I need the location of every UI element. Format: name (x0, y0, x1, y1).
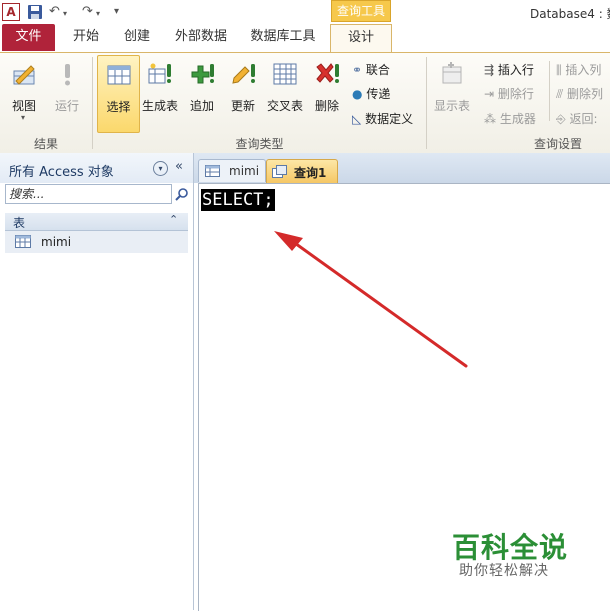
delete-rows-button[interactable]: ⇥ 删除行 (484, 85, 534, 102)
union-button[interactable]: ⚭ 联合 (352, 61, 390, 78)
redo-dropdown-icon[interactable]: ▾ (96, 9, 100, 18)
title-bar: A ↶ ▾ ↷ ▾ ▾ 查询工具 Database4 : 数 (0, 0, 610, 24)
sql-editor[interactable]: SELECT; 百科全说 助你轻松解决 (198, 183, 610, 611)
doc-tab-query1[interactable]: 查询1 (266, 159, 338, 183)
document-tabs: mimi 查询1 (194, 153, 610, 183)
make-table-button[interactable]: 生成表 (139, 55, 181, 129)
doc-tab-mimi[interactable]: mimi (198, 159, 266, 182)
run-exclamation-icon (65, 64, 70, 86)
insert-columns-button[interactable]: ⫼ 插入列 (556, 61, 601, 78)
doc-tab-query1-label: 查询1 (294, 166, 327, 180)
collapse-pane-icon[interactable]: « (175, 159, 183, 174)
return-icon: ⎆ (556, 112, 566, 126)
view-design-icon (13, 65, 35, 85)
show-table-button[interactable]: 显示表 (429, 55, 475, 129)
chevron-up-icon[interactable]: ⌃ (169, 213, 178, 226)
run-button[interactable]: 运行 (47, 55, 87, 129)
tables-group-label: 表 (13, 216, 26, 230)
delete-columns-button[interactable]: ⫻ 删除列 (556, 85, 603, 102)
delete-x-icon (316, 63, 339, 83)
delete-columns-icon: ⫻ (556, 87, 564, 101)
results-group-label: 结果 (33, 137, 58, 151)
tab-database-tools[interactable]: 数据库工具 (244, 24, 322, 51)
ribbon-tabs: 文件 开始 创建 外部数据 数据库工具 设计 (0, 24, 610, 53)
crosstab-grid-icon (273, 63, 297, 85)
nav-item-mimi[interactable]: mimi (5, 231, 188, 253)
update-pencil-icon (232, 64, 255, 84)
crosstab-button[interactable]: 交叉表 (264, 55, 306, 129)
tables-group-header[interactable]: 表 ⌃ (5, 213, 188, 231)
query-icon (272, 165, 287, 178)
union-rings-icon: ⚭ (352, 63, 363, 77)
access-app-icon[interactable]: A (2, 3, 20, 21)
append-plus-icon (191, 64, 214, 84)
append-button[interactable]: 追加 (183, 55, 221, 129)
return-button[interactable]: ⎆ 返回: (556, 110, 597, 127)
make-table-icon (148, 63, 171, 84)
search-icon[interactable] (174, 187, 189, 202)
tab-external-data[interactable]: 外部数据 (168, 24, 234, 51)
globe-icon: ● (352, 87, 363, 101)
show-table-icon (442, 62, 462, 84)
undo-icon[interactable]: ↶ (49, 4, 60, 19)
view-dropdown-icon: ▾ (21, 113, 26, 122)
nav-pane-header[interactable]: 所有 Access 对象 ▾ « (0, 153, 193, 183)
nav-pane-title: 所有 Access 对象 (9, 165, 114, 180)
customize-qat-icon[interactable]: ▾ (114, 6, 119, 17)
query-setup-group-label: 查询设置 (533, 137, 582, 151)
update-button[interactable]: 更新 (224, 55, 262, 129)
query-tools-context-label: 查询工具 (331, 0, 391, 22)
table-icon (205, 165, 220, 177)
save-icon[interactable] (27, 4, 43, 20)
tab-create[interactable]: 创建 (115, 24, 159, 51)
builder-wand-icon: ⁂ (484, 112, 496, 126)
window-title: Database4 : 数 (530, 7, 610, 21)
subgroup-separator (549, 61, 550, 121)
query-type-group-label: 查询类型 (235, 137, 284, 151)
sql-text[interactable]: SELECT; (201, 189, 275, 211)
doc-tab-mimi-label: mimi (229, 164, 260, 178)
watermark-subtitle: 助你轻松解决 (459, 563, 549, 579)
triangle-ruler-icon: ◺ (352, 112, 362, 126)
pass-through-button[interactable]: ● 传递 (352, 85, 390, 102)
chevron-down-circle-icon[interactable]: ▾ (153, 161, 168, 176)
tab-home[interactable]: 开始 (64, 24, 108, 51)
tab-design[interactable]: 设计 (330, 24, 392, 53)
builder-button[interactable]: ⁂ 生成器 (484, 110, 536, 127)
select-query-button[interactable]: 选择 (97, 55, 140, 133)
insert-columns-icon: ⫼ (556, 63, 562, 77)
data-definition-button[interactable]: ◺ 数据定义 (352, 110, 413, 127)
insert-rows-button[interactable]: ⇶ 插入行 (484, 61, 534, 78)
group-separator (426, 57, 427, 149)
navigation-pane: 所有 Access 对象 ▾ « 搜索... 表 ⌃ mimi (0, 153, 194, 610)
nav-search-input[interactable]: 搜索... (5, 184, 172, 204)
delete-rows-icon: ⇥ (484, 87, 495, 101)
select-query-icon (107, 65, 130, 85)
ribbon: 视图 ▾ 运行 结果 选择 生成表 追加 更新 交叉表 删除 ⚭ 联合 ● 传递… (0, 52, 610, 154)
delete-button[interactable]: 删除 (308, 55, 346, 129)
insert-rows-icon: ⇶ (484, 63, 495, 77)
table-icon (15, 235, 31, 248)
redo-icon[interactable]: ↷ (82, 4, 93, 19)
nav-item-label: mimi (41, 235, 72, 249)
tab-file[interactable]: 文件 (2, 24, 55, 51)
undo-dropdown-icon[interactable]: ▾ (63, 9, 67, 18)
view-button[interactable]: 视图 ▾ (3, 55, 45, 129)
